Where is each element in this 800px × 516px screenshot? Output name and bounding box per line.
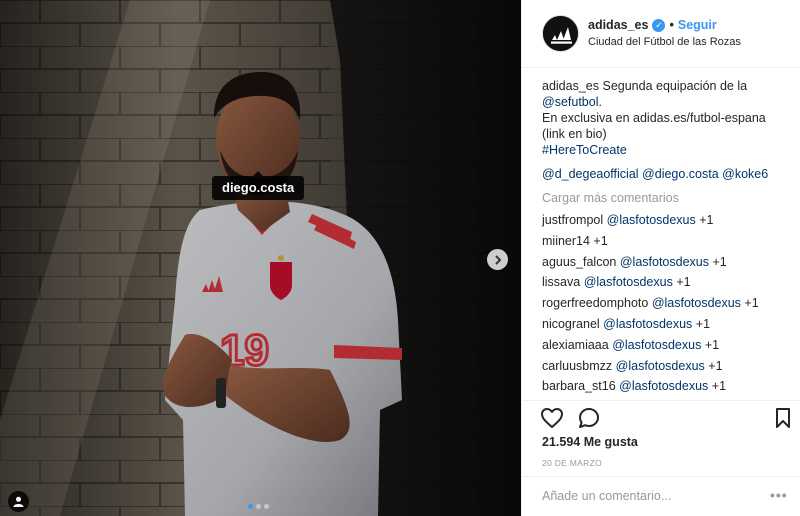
carousel-dot-active: [248, 504, 253, 509]
adidas-logo-icon: [543, 16, 578, 51]
comment-username[interactable]: nicogranel: [542, 317, 600, 331]
mentions-line: @d_degeaofficial @diego.costa @koke6: [542, 166, 792, 182]
comment-username[interactable]: alexiamiaaa: [542, 338, 609, 352]
caption-text: Segunda equipación de la: [602, 79, 748, 93]
comment-text: +1: [704, 337, 720, 352]
comments-list[interactable]: adidas_es Segunda equipación de la @sefu…: [542, 78, 792, 398]
caption-mention[interactable]: @sefutbol: [542, 95, 598, 109]
comment-text: +1: [676, 275, 691, 290]
caption-line3: (link en bio): [542, 127, 607, 141]
header-separator: •: [669, 18, 674, 32]
comment-row: lissava @lasfotosdexus +1: [542, 274, 792, 295]
add-comment-bar: •••: [522, 476, 800, 516]
comment-mention[interactable]: @lasfotosdexus: [612, 338, 701, 352]
user-tag-label[interactable]: diego.costa: [212, 171, 305, 200]
comment-row: carluusbmzz @lasfotosdexus +1: [542, 358, 792, 379]
mention-link[interactable]: @koke6: [722, 167, 768, 181]
post-date[interactable]: 20 DE MARZO: [542, 458, 602, 468]
caption-hashtag[interactable]: #HereToCreate: [542, 143, 627, 157]
comment-username[interactable]: carluusbmzz: [542, 359, 612, 373]
comment-mention[interactable]: @lasfotosdexus: [619, 379, 708, 393]
bookmark-icon[interactable]: [771, 406, 795, 430]
comment-mention[interactable]: @lasfotosdexus: [584, 275, 673, 289]
post-header: adidas_es ✓ • Seguir Ciudad del Fútbol d…: [522, 0, 800, 68]
person-icon[interactable]: [8, 491, 29, 512]
comment-text: +1: [699, 213, 714, 227]
comment-mention[interactable]: @lasfotosdexus: [616, 359, 705, 373]
more-options-icon[interactable]: •••: [770, 487, 788, 503]
comment-text: +1: [744, 296, 759, 311]
location-link[interactable]: Ciudad del Fútbol de las Rozas: [588, 36, 741, 48]
comment-text: +1: [695, 316, 711, 331]
caption-line2: En exclusiva en adidas.es/futbol-espana: [542, 111, 766, 125]
photo-scene: 19: [0, 0, 521, 516]
comment-text: +1: [712, 254, 727, 269]
load-more-comments-button[interactable]: Cargar más comentarios: [542, 190, 792, 206]
post-photo[interactable]: 19 diego.costa: [0, 0, 521, 516]
comment-mention[interactable]: @lasfotosdexus: [607, 213, 696, 227]
comment-username[interactable]: aguus_falcon: [542, 255, 616, 269]
comment-row: alexiamiaaa @lasfotosdexus +1: [542, 337, 792, 358]
header-user-line: adidas_es ✓ • Seguir: [588, 18, 717, 32]
carousel-dot: [256, 504, 261, 509]
comment-row: nicogranel @lasfotosdexus +1: [542, 316, 792, 337]
comment-row: barbara_st16 @lasfotosdexus +1: [542, 378, 792, 398]
comment-bubble-icon[interactable]: [577, 406, 601, 430]
comment-username[interactable]: justfrompol: [542, 213, 603, 227]
comment-row: rogerfreedomphoto @lasfotosdexus +1: [542, 295, 792, 316]
mention-link[interactable]: @diego.costa: [642, 167, 719, 181]
avatar[interactable]: [542, 15, 579, 52]
comment-row: miiner14 +1: [542, 233, 792, 254]
header-username[interactable]: adidas_es: [588, 18, 648, 32]
carousel-dots: [248, 504, 269, 509]
chevron-right-icon[interactable]: [487, 249, 508, 270]
caption-username[interactable]: adidas_es: [542, 79, 599, 93]
comment-text: +1: [708, 358, 723, 373]
follow-button[interactable]: Seguir: [678, 18, 717, 32]
comment-username[interactable]: barbara_st16: [542, 379, 616, 393]
caption-dot: .: [598, 95, 602, 109]
comment-mention[interactable]: @lasfotosdexus: [620, 255, 709, 269]
comment-text: +1: [593, 233, 608, 248]
verified-badge-icon: ✓: [652, 18, 666, 32]
comment-input[interactable]: [542, 489, 762, 503]
post-sidebar: adidas_es ✓ • Seguir Ciudad del Fútbol d…: [521, 0, 800, 516]
heart-icon[interactable]: [540, 406, 564, 430]
comment-mention[interactable]: @lasfotosdexus: [652, 296, 741, 310]
comment-row: aguus_falcon @lasfotosdexus +1: [542, 254, 792, 275]
comment-username[interactable]: rogerfreedomphoto: [542, 296, 648, 310]
comment-text: +1: [711, 379, 727, 394]
comment-mention[interactable]: @lasfotosdexus: [603, 317, 692, 331]
carousel-dot: [264, 504, 269, 509]
caption: adidas_es Segunda equipación de la @sefu…: [542, 78, 792, 158]
likes-count[interactable]: 21.594 Me gusta: [542, 435, 638, 449]
comment-row: justfrompol @lasfotosdexus +1: [542, 212, 792, 233]
comment-username[interactable]: lissava: [542, 275, 580, 289]
mention-link[interactable]: @d_degeaofficial: [542, 167, 639, 181]
comment-username[interactable]: miiner14: [542, 234, 590, 248]
